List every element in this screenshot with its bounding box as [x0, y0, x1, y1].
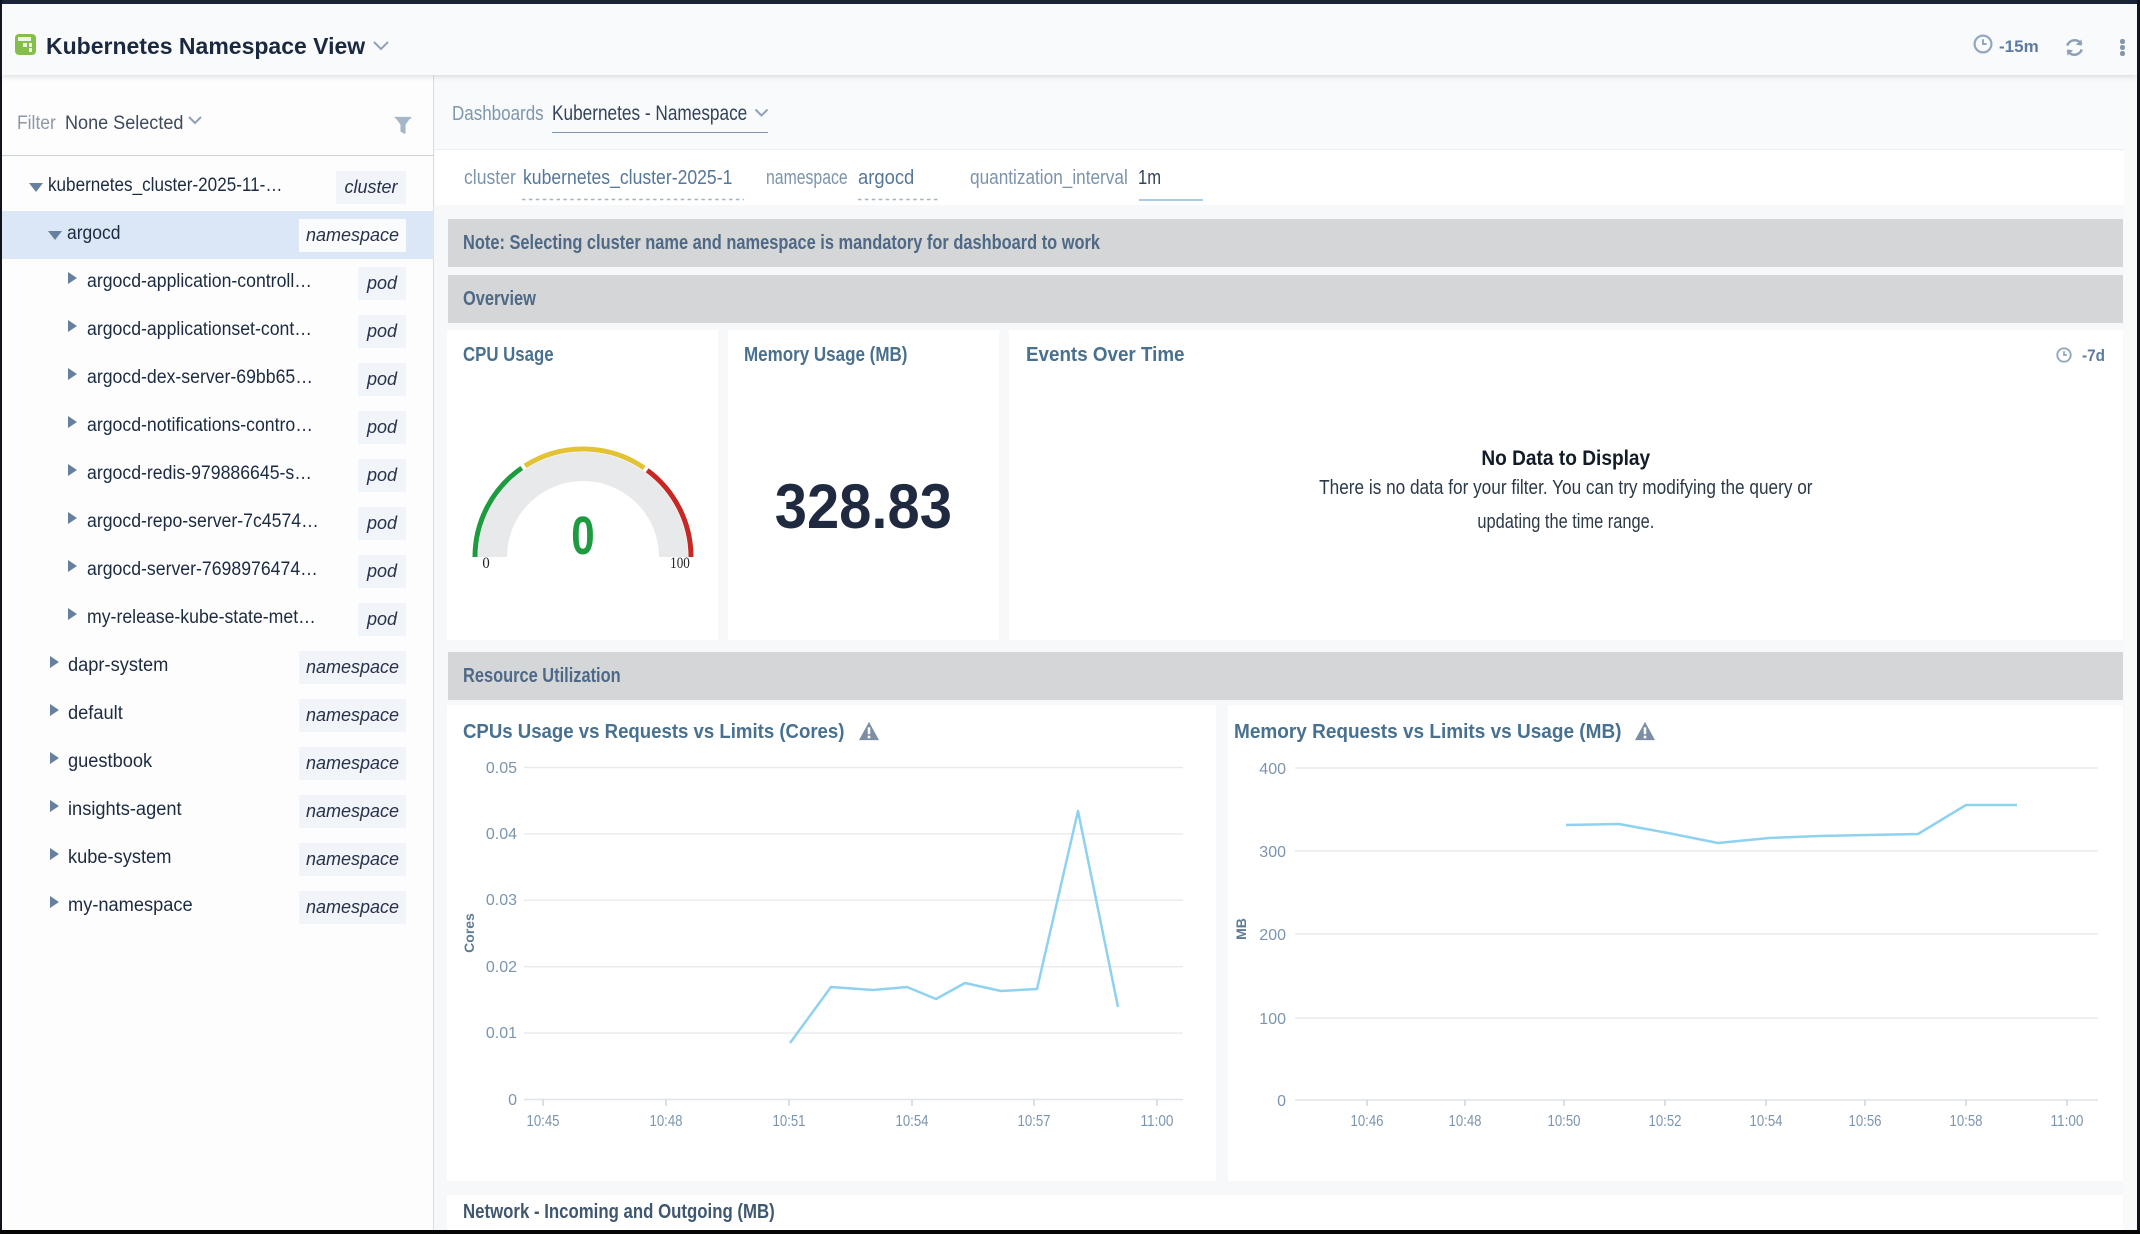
svg-text:11:00: 11:00	[2051, 1113, 2084, 1130]
svg-text:0: 0	[571, 506, 594, 566]
svg-text:11:00: 11:00	[1141, 1113, 1174, 1130]
svg-text:0.05: 0.05	[486, 760, 517, 777]
svg-text:10:58: 10:58	[1950, 1113, 1983, 1130]
svg-text:MB: MB	[1233, 918, 1249, 940]
svg-text:0.03: 0.03	[486, 892, 517, 909]
svg-text:400: 400	[1259, 761, 1286, 778]
svg-text:10:52: 10:52	[1649, 1113, 1682, 1130]
svg-text:10:54: 10:54	[1750, 1113, 1783, 1130]
svg-text:0.04: 0.04	[486, 826, 517, 843]
svg-text:100: 100	[1259, 1011, 1286, 1028]
svg-text:10:46: 10:46	[1351, 1113, 1384, 1130]
svg-text:10:57: 10:57	[1018, 1113, 1051, 1130]
svg-text:0: 0	[482, 554, 490, 572]
svg-text:0: 0	[508, 1092, 517, 1109]
svg-text:Cores: Cores	[461, 913, 477, 953]
svg-text:0.01: 0.01	[486, 1025, 517, 1042]
svg-text:10:48: 10:48	[650, 1113, 683, 1130]
svg-text:10:48: 10:48	[1449, 1113, 1482, 1130]
svg-text:100: 100	[670, 555, 690, 572]
svg-text:10:56: 10:56	[1849, 1113, 1882, 1130]
svg-text:10:50: 10:50	[1548, 1113, 1581, 1130]
svg-text:0: 0	[1277, 1093, 1286, 1110]
svg-text:200: 200	[1259, 927, 1286, 944]
svg-text:0.02: 0.02	[486, 959, 517, 976]
svg-text:300: 300	[1259, 844, 1286, 861]
svg-text:10:45: 10:45	[527, 1113, 560, 1130]
svg-text:10:51: 10:51	[773, 1113, 806, 1130]
svg-text:10:54: 10:54	[896, 1113, 929, 1130]
